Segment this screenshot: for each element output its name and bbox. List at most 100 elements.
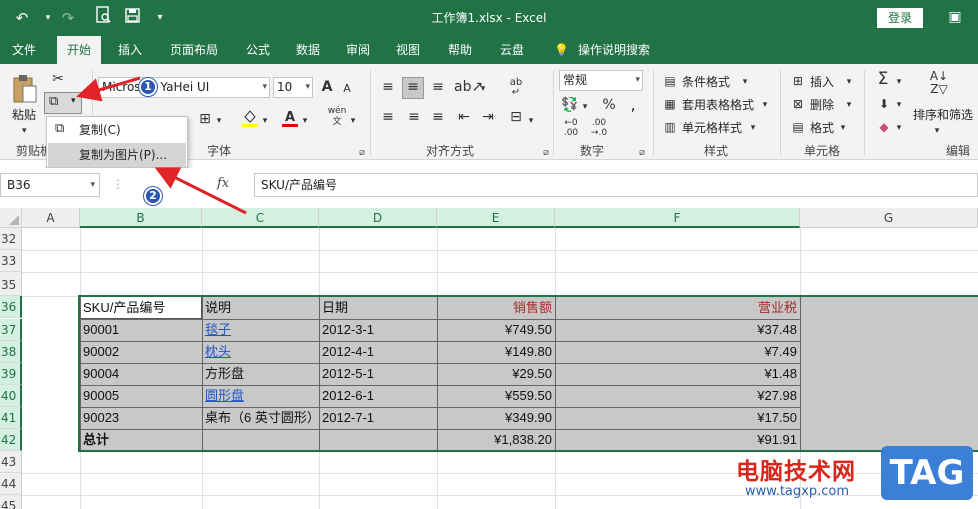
format-as-table-button[interactable]: 套用表格格式 [682, 96, 754, 113]
autosum-dropdown-icon[interactable]: ▾ [894, 73, 904, 91]
delete-cells-button[interactable]: 删除 [810, 96, 834, 113]
menu-item-copy[interactable]: 复制(C) [48, 118, 186, 142]
row-header[interactable]: 33 [0, 250, 22, 272]
menu-item-copy-as-picture[interactable]: 复制为图片(P)... [48, 143, 186, 167]
clear-dropdown-icon[interactable]: ▾ [894, 119, 904, 137]
merge-dropdown-icon[interactable]: ▾ [526, 112, 536, 130]
row-header[interactable]: 45 [0, 495, 22, 509]
table-cell[interactable]: 2012-4-1 [319, 341, 437, 363]
alignment-dialog-launcher-icon[interactable]: ⧄ [540, 144, 552, 162]
fill-dropdown-icon[interactable]: ▾ [260, 112, 270, 130]
table-header-cell[interactable]: 日期 [319, 297, 437, 319]
row-header[interactable]: 39 [0, 363, 22, 385]
paste-label[interactable]: 粘贴 [12, 106, 36, 123]
column-header-g[interactable]: G [800, 208, 978, 228]
fill-color-icon[interactable] [240, 108, 260, 133]
chevron-down-icon[interactable]: ▾ [844, 73, 854, 91]
table-cell[interactable]: ¥149.80 [437, 341, 555, 363]
chevron-down-icon[interactable]: ▾ [740, 73, 750, 91]
table-header-cell[interactable]: 说明 [202, 297, 319, 319]
table-cell-link[interactable]: 毯子 [202, 319, 319, 341]
tab-data[interactable]: 数据 [296, 36, 320, 64]
table-cell[interactable]: ¥749.50 [437, 319, 555, 341]
table-cell[interactable]: ¥37.48 [555, 319, 800, 341]
merge-center-icon[interactable]: ⊟ [506, 108, 526, 126]
tab-file[interactable]: 文件 [12, 36, 36, 64]
clear-icon[interactable]: ◆ [876, 118, 892, 136]
table-cell[interactable]: 方形盘 [202, 363, 319, 385]
select-all-corner[interactable] [0, 208, 22, 228]
font-name-select[interactable]: Microsoft YaHei UI ▾ [98, 77, 270, 98]
currency-dropdown-icon[interactable]: ▾ [580, 98, 590, 116]
row-header[interactable]: 40 [0, 385, 22, 407]
table-cell[interactable]: ¥27.98 [555, 385, 800, 407]
table-format-icon[interactable]: ▦ [662, 95, 678, 113]
row-header[interactable]: 38 [0, 341, 22, 363]
currency-icon[interactable]: 💱 [560, 96, 580, 114]
paste-icon[interactable] [10, 74, 40, 104]
column-header-d[interactable]: D [319, 208, 437, 228]
orientation-icon[interactable]: ab↗ [454, 78, 483, 96]
table-cell[interactable]: ¥559.50 [437, 385, 555, 407]
tell-me-search[interactable]: 操作说明搜索 [578, 36, 650, 64]
table-header-cell[interactable]: SKU/产品编号 [80, 297, 202, 319]
name-box[interactable]: B36 ▾ [0, 173, 100, 197]
formula-input[interactable]: SKU/产品编号 [254, 173, 978, 197]
chevron-down-icon[interactable]: ▾ [760, 96, 770, 114]
number-dialog-launcher-icon[interactable]: ⧄ [636, 144, 648, 162]
percent-icon[interactable]: % [600, 96, 618, 114]
row-header[interactable]: 35 [0, 274, 22, 296]
table-cell[interactable]: 桌布（6 英寸圆形） [202, 407, 319, 429]
tab-view[interactable]: 视图 [396, 36, 420, 64]
insert-function-icon[interactable]: fx [217, 176, 229, 191]
column-header-f[interactable]: F [555, 208, 800, 228]
chevron-down-icon[interactable]: ▾ [90, 174, 95, 196]
total-tax-cell[interactable]: ¥91.91 [555, 429, 800, 451]
comma-style-icon[interactable]: , [624, 96, 642, 114]
tab-page-layout[interactable]: 页面布局 [170, 36, 218, 64]
border-icon[interactable]: ⊞ [196, 110, 214, 128]
fill-icon[interactable]: ⬇ [876, 95, 892, 113]
cell-styles-button[interactable]: 单元格样式 [682, 119, 742, 136]
insert-cells-button[interactable]: 插入 [810, 73, 834, 90]
cut-icon[interactable]: ✂ [48, 70, 68, 88]
tab-home[interactable]: 开始 [57, 36, 102, 64]
font-color-dropdown-icon[interactable]: ▾ [300, 112, 310, 130]
number-format-select[interactable]: 常规 ▾ [559, 70, 643, 91]
table-cell[interactable]: ¥17.50 [555, 407, 800, 429]
table-cell[interactable]: ¥1.48 [555, 363, 800, 385]
table-cell[interactable]: 90023 [80, 407, 202, 429]
font-dialog-launcher-icon[interactable]: ⧄ [356, 144, 368, 162]
align-right-icon[interactable]: ≡ [428, 108, 448, 126]
decrease-indent-icon[interactable]: ⇤ [454, 108, 474, 126]
column-header-b[interactable]: B [80, 208, 202, 228]
font-size-select[interactable]: 10 ▾ [273, 77, 313, 98]
wrap-text-icon[interactable]: ab ↵ [506, 78, 526, 98]
decrease-decimal-icon[interactable]: .00 →.0 [588, 118, 610, 138]
row-header[interactable]: 41 [0, 407, 22, 429]
orientation-dropdown-icon[interactable]: ▾ [478, 80, 488, 98]
column-header-e[interactable]: E [437, 208, 555, 228]
table-cell-link[interactable]: 圆形盘 [202, 385, 319, 407]
table-cell[interactable]: ¥7.49 [555, 341, 800, 363]
formula-bar-resize-icon[interactable]: ⋮ [112, 177, 124, 191]
format-cells-button[interactable]: 格式 [810, 119, 834, 136]
ribbon-display-options-icon[interactable]: ▣ [946, 8, 964, 26]
row-header[interactable]: 44 [0, 473, 22, 495]
table-header-cell[interactable]: 营业税 [555, 297, 800, 319]
decrease-font-icon[interactable]: A [338, 80, 356, 98]
table-cell[interactable]: 90002 [80, 341, 202, 363]
table-cell[interactable]: 2012-7-1 [319, 407, 437, 429]
increase-decimal-icon[interactable]: ←0.00 [560, 118, 582, 138]
format-cells-icon[interactable]: ▤ [790, 118, 806, 136]
column-header-a[interactable]: A [22, 208, 80, 228]
total-label-cell[interactable]: 总计 [80, 429, 202, 451]
column-header-c[interactable]: C [202, 208, 319, 228]
delete-cells-icon[interactable]: ⊠ [790, 95, 806, 113]
sort-filter-icon[interactable]: A↓ Z▽ [924, 70, 954, 96]
table-cell[interactable]: ¥29.50 [437, 363, 555, 385]
chevron-down-icon[interactable]: ▾ [748, 119, 758, 137]
border-dropdown-icon[interactable]: ▾ [214, 112, 224, 130]
chevron-down-icon[interactable]: ▾ [844, 96, 854, 114]
table-cell[interactable]: 2012-3-1 [319, 319, 437, 341]
